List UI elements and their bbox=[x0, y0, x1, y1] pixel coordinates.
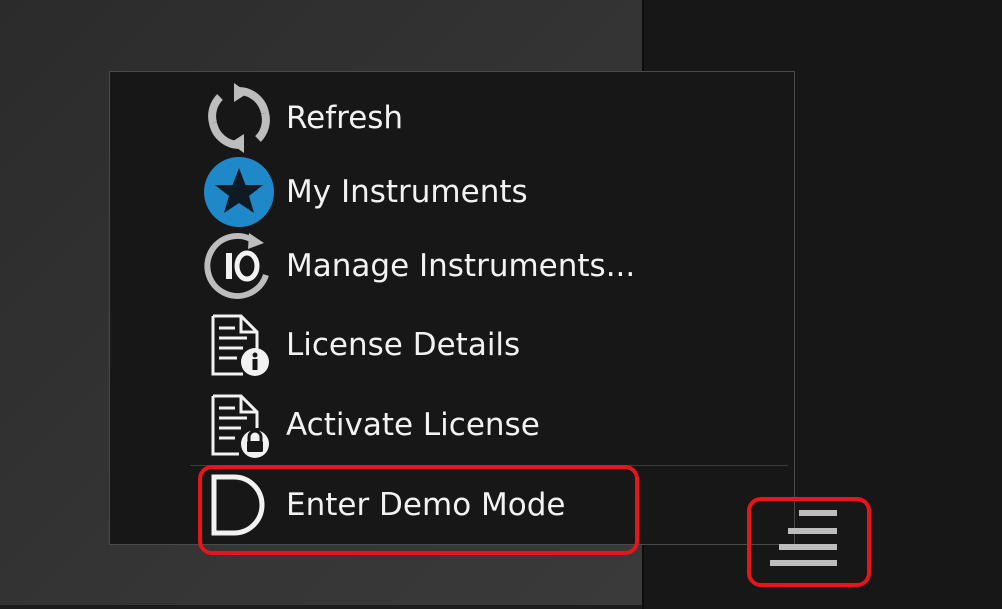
menu-item-activate-license[interactable]: Activate License bbox=[200, 388, 540, 462]
license-details-icon bbox=[200, 308, 278, 382]
menu-item-label: Activate License bbox=[286, 407, 540, 443]
refresh-icon bbox=[200, 81, 278, 155]
menu-item-license-details[interactable]: License Details bbox=[200, 308, 520, 382]
menu-item-label: License Details bbox=[286, 327, 521, 363]
star-icon bbox=[200, 155, 278, 229]
activate-license-icon bbox=[200, 388, 278, 462]
menu-item-label: Refresh bbox=[286, 100, 404, 136]
bottom-edge bbox=[0, 605, 642, 609]
manage-instruments-icon bbox=[200, 229, 278, 303]
menu-item-label: Manage Instruments... bbox=[286, 248, 636, 284]
highlight-enter-demo-mode bbox=[198, 465, 639, 555]
menu-item-my-instruments[interactable]: My Instruments bbox=[200, 155, 528, 229]
menu-item-label: My Instruments bbox=[286, 174, 528, 210]
highlight-menu-button bbox=[747, 497, 871, 587]
menu-item-refresh[interactable]: Refresh bbox=[200, 81, 403, 155]
menu-item-manage-instruments[interactable]: Manage Instruments... bbox=[200, 229, 635, 303]
app-window: Refresh My Instruments Manage Instrument… bbox=[0, 0, 1002, 609]
